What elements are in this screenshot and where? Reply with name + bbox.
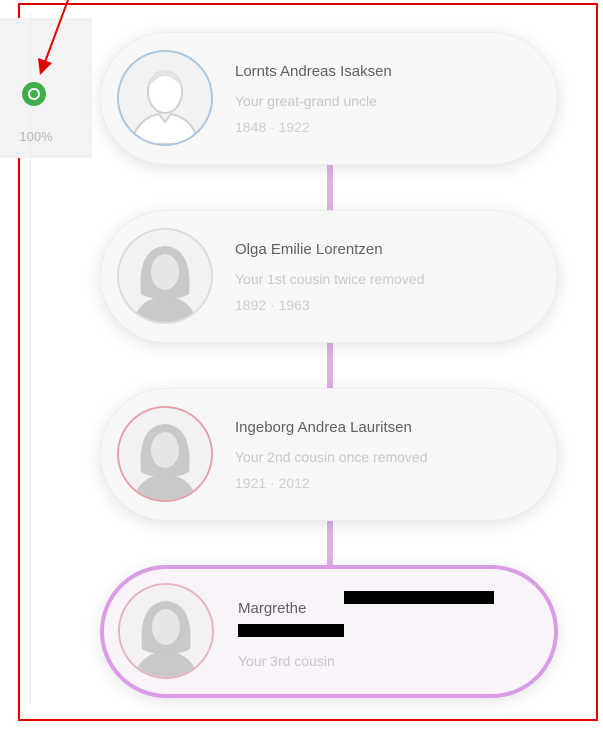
relationship-label: Your 3rd cousin [238, 653, 335, 669]
path-connector [327, 165, 333, 210]
relationship-card[interactable]: Olga Emilie Lorentzen Your 1st cousin tw… [100, 210, 558, 343]
person-name[interactable]: Lornts Andreas Isaksen [235, 63, 392, 80]
relationship-card[interactable]: Ingeborg Andrea Lauritsen Your 2nd cousi… [100, 388, 558, 521]
person-name[interactable]: Olga Emilie Lorentzen [235, 241, 383, 258]
life-years: 1848 · 1922 [235, 119, 310, 135]
path-connector [327, 343, 333, 388]
male-avatar-icon [117, 50, 213, 146]
path-connector [327, 521, 333, 565]
life-years: 1892 · 1963 [235, 297, 310, 313]
redaction-bar [238, 624, 344, 637]
relationship-label: Your great-grand uncle [235, 93, 377, 109]
relationship-card[interactable]: Lornts Andreas Isaksen Your great-grand … [100, 32, 558, 165]
female-avatar-icon [118, 583, 214, 679]
female-avatar-icon [117, 228, 213, 324]
female-avatar-icon [117, 406, 213, 502]
current-person-card[interactable]: Margrethe Your 3rd cousin [100, 565, 558, 698]
person-name[interactable]: Ingeborg Andrea Lauritsen [235, 419, 412, 436]
relationship-label: Your 1st cousin twice removed [235, 271, 425, 287]
life-years: 1921 · 2012 [235, 475, 310, 491]
redaction-bar [344, 591, 494, 604]
relationship-label: Your 2nd cousin once removed [235, 449, 428, 465]
